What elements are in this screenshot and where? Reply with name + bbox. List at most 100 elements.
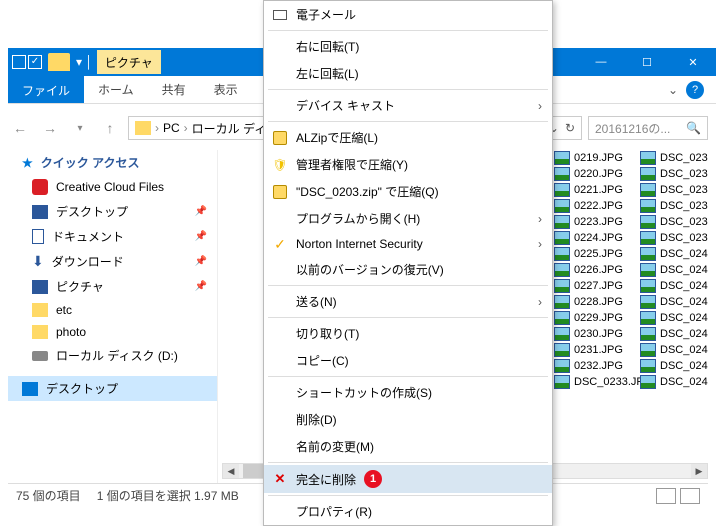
context-menu: 電子メール 右に回転(T) 左に回転(L) デバイス キャスト› ALZipで圧… — [263, 0, 553, 526]
list-item[interactable]: DSC_0235.JPG — [636, 166, 708, 182]
ribbon-expand-icon[interactable]: ⌄ — [668, 83, 678, 97]
image-file-icon — [640, 279, 656, 293]
menu-copy[interactable]: コピー(C) — [264, 347, 552, 374]
image-file-icon — [640, 215, 656, 229]
qat-check-icon[interactable]: ✓ — [28, 55, 42, 69]
creative-cloud-icon — [32, 179, 48, 195]
nav-desktop-root[interactable]: デスクトップ — [8, 376, 217, 401]
image-file-icon — [554, 231, 570, 245]
list-item[interactable]: DSC_0242.JPG — [636, 278, 708, 294]
menu-properties[interactable]: プロパティ(R) — [264, 498, 552, 525]
image-file-icon — [640, 375, 656, 389]
up-button[interactable]: ↑ — [98, 116, 122, 140]
image-file-icon — [554, 359, 570, 373]
image-file-icon — [640, 247, 656, 261]
tab-share[interactable]: 共有 — [148, 75, 200, 104]
menu-open-with[interactable]: プログラムから開く(H)› — [264, 205, 552, 232]
image-file-icon — [640, 327, 656, 341]
nav-desktop[interactable]: デスクトップ📌 — [8, 199, 217, 224]
menu-restore-previous[interactable]: 以前のバージョンの復元(V) — [264, 256, 552, 283]
image-file-icon — [640, 295, 656, 309]
maximize-button[interactable]: ☐ — [624, 48, 670, 76]
submenu-arrow-icon: › — [538, 212, 542, 226]
status-selection: 1 個の項目を選択 1.97 MB — [97, 487, 239, 504]
tab-file[interactable]: ファイル — [8, 76, 84, 103]
menu-device-cast[interactable]: デバイス キャスト› — [264, 92, 552, 119]
search-input[interactable]: 20161216の... 🔍 — [588, 116, 708, 140]
menu-admin-compress[interactable]: 🛡管理者権限で圧縮(Y) — [264, 151, 552, 178]
desktop-icon — [22, 382, 38, 396]
menu-rotate-left[interactable]: 左に回転(L) — [264, 60, 552, 87]
annotation-badge: 1 — [364, 470, 382, 488]
image-file-icon — [554, 295, 570, 309]
submenu-arrow-icon: › — [538, 237, 542, 251]
image-file-icon — [554, 199, 570, 213]
menu-create-shortcut[interactable]: ショートカットの作成(S) — [264, 379, 552, 406]
minimize-button[interactable]: — — [578, 48, 624, 76]
download-icon: ⬇ — [32, 253, 44, 270]
menu-rename[interactable]: 名前の変更(M) — [264, 433, 552, 460]
scroll-right-button[interactable]: ▶ — [691, 464, 707, 478]
zip-icon — [272, 184, 288, 200]
submenu-arrow-icon: › — [538, 99, 542, 113]
menu-send-to[interactable]: 送る(N)› — [264, 288, 552, 315]
nav-etc[interactable]: etc — [8, 299, 217, 321]
menu-norton[interactable]: ✓Norton Internet Security› — [264, 232, 552, 256]
list-item[interactable]: DSC_0246.JPG — [636, 342, 708, 358]
image-file-icon — [554, 279, 570, 293]
pin-icon: 📌 — [195, 281, 207, 292]
tab-view[interactable]: 表示 — [200, 75, 252, 104]
list-item[interactable]: DSC_0241.JPG — [636, 262, 708, 278]
document-icon — [32, 229, 44, 244]
help-icon[interactable]: ? — [686, 81, 704, 99]
scroll-left-button[interactable]: ◀ — [223, 464, 239, 478]
image-file-icon — [640, 359, 656, 373]
nav-pictures[interactable]: ピクチャ📌 — [8, 274, 217, 299]
view-large-button[interactable] — [680, 488, 700, 504]
list-item[interactable]: DSC_0248.JPG — [636, 374, 708, 390]
nav-documents[interactable]: ドキュメント📌 — [8, 224, 217, 249]
menu-cut[interactable]: 切り取り(T) — [264, 320, 552, 347]
menu-email[interactable]: 電子メール — [264, 1, 552, 28]
menu-alzip[interactable]: ALZipで圧縮(L) — [264, 124, 552, 151]
navigation-pane: ★クイック アクセス Creative Cloud Files デスクトップ📌 … — [8, 150, 218, 483]
menu-permanent-delete[interactable]: ✕完全に削除1 — [264, 465, 552, 493]
list-item[interactable]: DSC_0244.JPG — [636, 310, 708, 326]
menu-rotate-right[interactable]: 右に回転(T) — [264, 33, 552, 60]
list-item[interactable]: DSC_0236.JPG — [636, 182, 708, 198]
close-button[interactable]: ✕ — [670, 48, 716, 76]
forward-button[interactable]: → — [38, 116, 62, 140]
image-file-icon — [554, 311, 570, 325]
image-file-icon — [640, 199, 656, 213]
list-item[interactable]: DSC_0234.JPG — [636, 150, 708, 166]
list-item[interactable]: DSC_0247.JPG — [636, 358, 708, 374]
list-item[interactable]: DSC_0240.JPG — [636, 246, 708, 262]
list-item[interactable]: DSC_0239.JPG — [636, 230, 708, 246]
image-file-icon — [554, 247, 570, 261]
qat-dropdown-icon[interactable]: ▾ │ — [76, 55, 93, 69]
nav-quick-access[interactable]: ★クイック アクセス — [8, 150, 217, 175]
list-item[interactable]: DSC_0237.JPG — [636, 198, 708, 214]
history-dropdown[interactable]: ▾ — [68, 116, 92, 140]
nav-photo[interactable]: photo — [8, 321, 217, 343]
pin-icon: 📌 — [195, 256, 207, 267]
image-file-icon — [554, 215, 570, 229]
image-file-icon — [554, 151, 570, 165]
back-button[interactable]: ← — [8, 116, 32, 140]
nav-local-disk[interactable]: ローカル ディスク (D:) — [8, 343, 217, 368]
nav-creative-cloud[interactable]: Creative Cloud Files — [8, 175, 217, 199]
menu-compress-as[interactable]: "DSC_0203.zip" で圧縮(Q) — [264, 178, 552, 205]
image-file-icon — [640, 183, 656, 197]
nav-downloads[interactable]: ⬇ダウンロード📌 — [8, 249, 217, 274]
refresh-icon[interactable]: ↻ — [565, 121, 575, 135]
list-item[interactable]: DSC_0243.JPG — [636, 294, 708, 310]
folder-icon — [135, 121, 151, 135]
view-details-button[interactable] — [656, 488, 676, 504]
menu-delete[interactable]: 削除(D) — [264, 406, 552, 433]
list-item[interactable]: DSC_0245.JPG — [636, 326, 708, 342]
disk-icon — [32, 351, 48, 361]
list-item[interactable]: DSC_0238.JPG — [636, 214, 708, 230]
tab-home[interactable]: ホーム — [84, 75, 148, 104]
breadcrumb-pc[interactable]: PC — [163, 121, 180, 135]
search-icon: 🔍 — [686, 121, 701, 135]
